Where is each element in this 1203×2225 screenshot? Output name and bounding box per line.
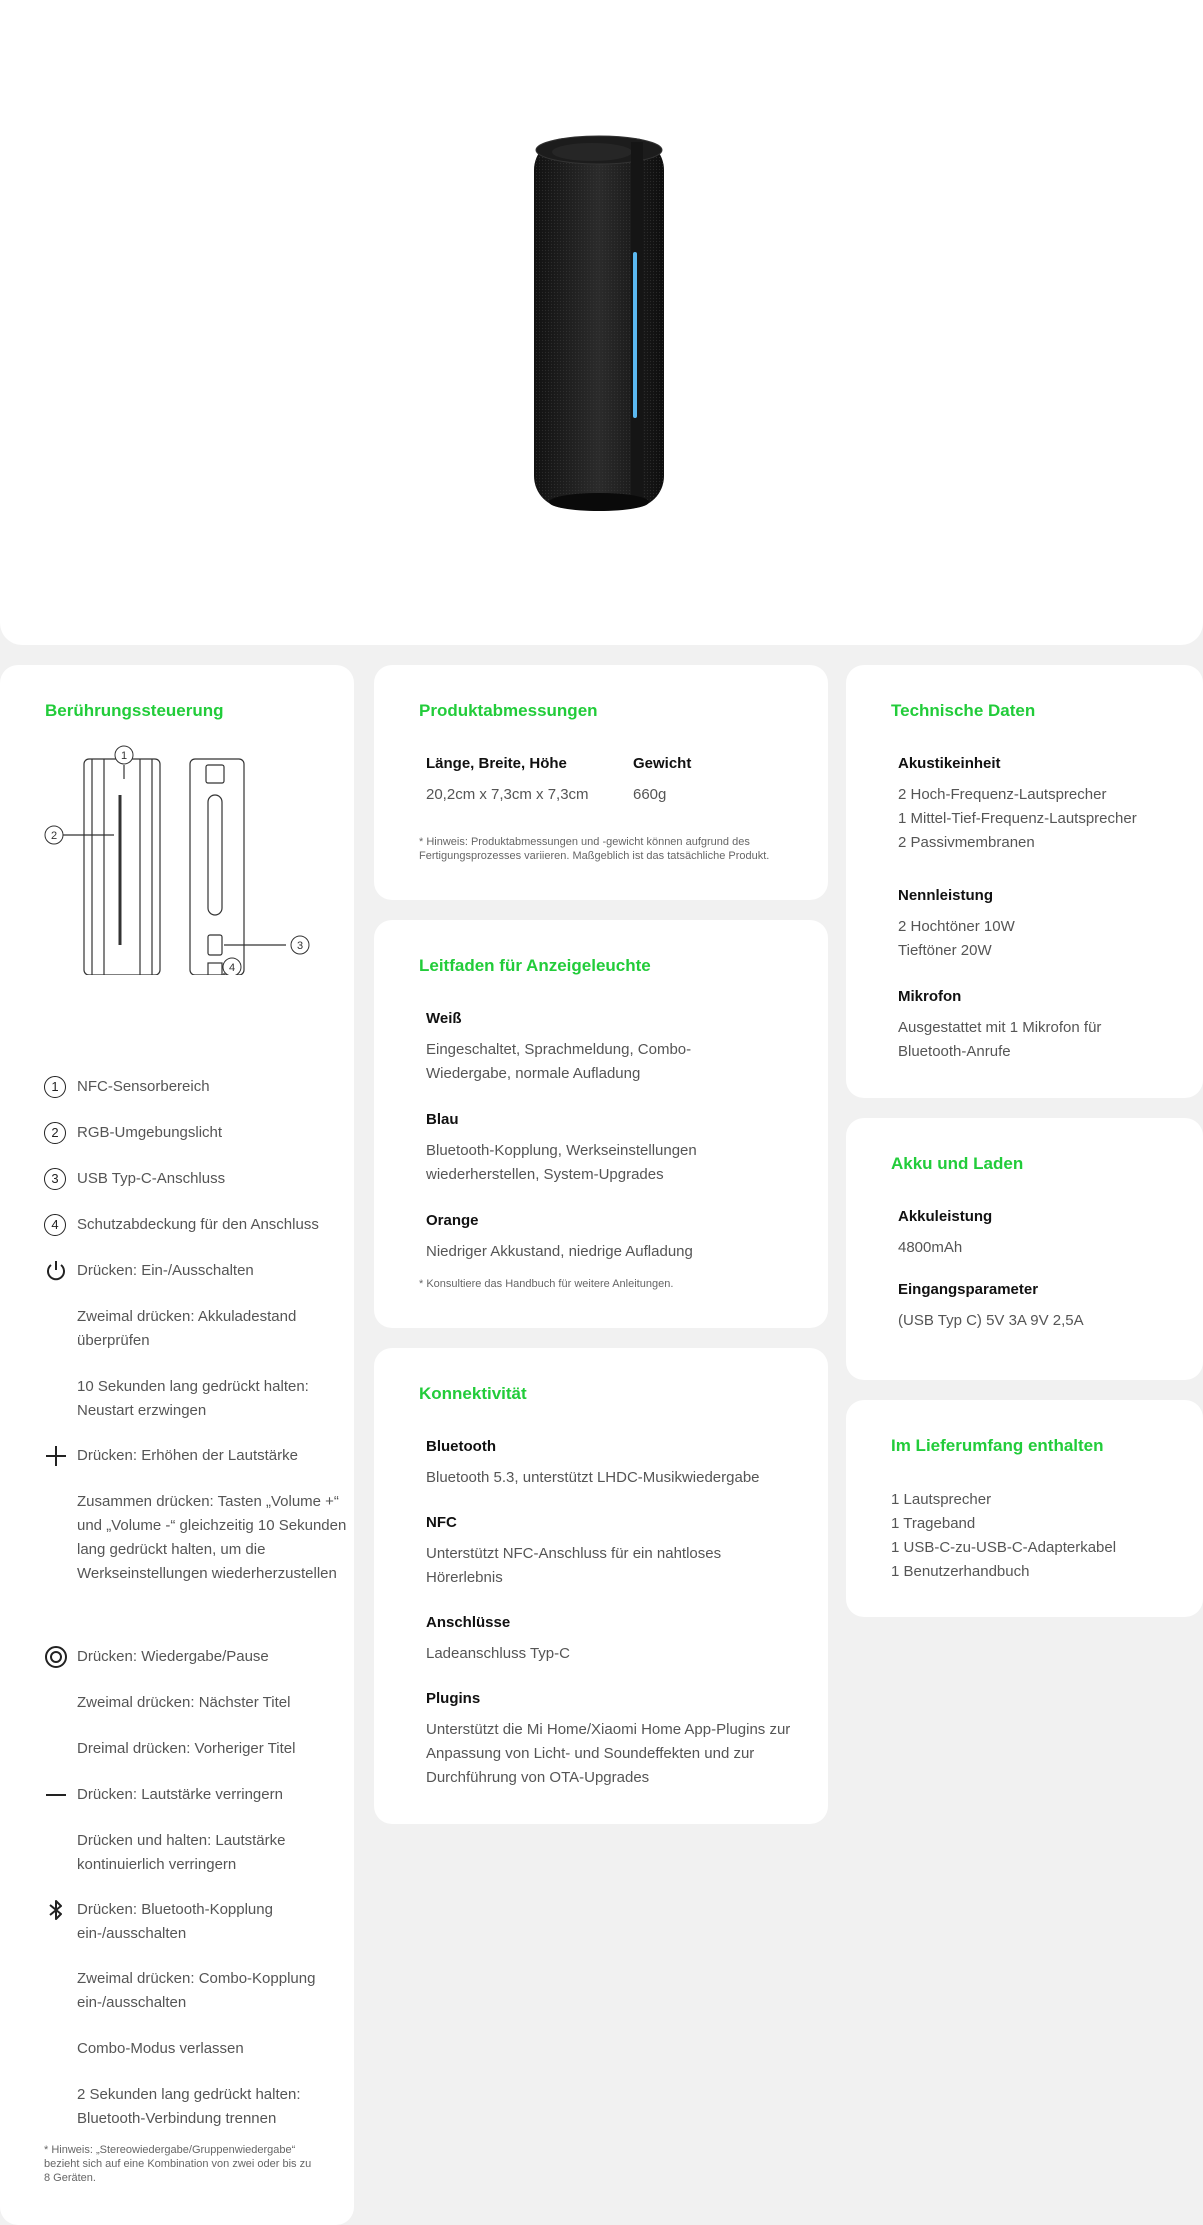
in-box-title: Im Lieferumfang enthalten (891, 1436, 1104, 1455)
power-press: Drücken: Ein-/Ausschalten (77, 1262, 254, 1279)
dimensions-title: Produktabmessungen (419, 701, 598, 720)
combo-exit: Combo-Modus verlassen (77, 2040, 244, 2057)
indicator-white-text: Eingeschaltet, Sprachmeldung, Combo-Wied… (426, 1041, 692, 1082)
microphone-line-1: Ausgestattet mit 1 Mikrofon für (898, 1019, 1102, 1036)
plus-icon (46, 1446, 66, 1466)
in-box-card: Im Lieferumfang enthalten 1 Lautsprecher… (846, 1400, 1203, 1617)
touch-controls-title: Berührungssteuerung (45, 701, 224, 720)
battery-capacity-value: 4800mAh (898, 1239, 963, 1256)
speaker-product-image (534, 135, 664, 511)
power-double-press: Zweimal drücken: Akkuladestand überprüfe… (77, 1308, 297, 1349)
in-box-item: 1 Lautsprecher (891, 1491, 992, 1508)
legend-number-1: 1 (44, 1076, 66, 1098)
indicator-card: Leitfaden für Anzeigeleuchte Weiß Einges… (374, 920, 828, 1328)
diagram-label-1: 1 (121, 750, 127, 762)
connectivity-title: Konnektivität (419, 1384, 527, 1403)
input-params-value: (USB Typ C) 5V 3A 9V 2,5A (898, 1312, 1084, 1329)
microphone-label: Mikrofon (898, 988, 962, 1005)
connectivity-plugins-text: Unterstützt die Mi Home/Xiaomi Home App-… (426, 1721, 791, 1786)
connectivity-bluetooth-label: Bluetooth (426, 1438, 496, 1455)
power-icon (47, 1261, 65, 1281)
bluetooth-press: Drücken: Bluetooth-Kopplung ein-/ausscha… (77, 1901, 273, 1942)
play-press: Drücken: Wiedergabe/Pause (77, 1648, 269, 1665)
indicator-orange-label: Orange (426, 1212, 479, 1229)
legend-number-3: 3 (44, 1168, 66, 1190)
weight-value: 660g (633, 786, 667, 803)
battery-capacity-label: Akkuleistung (898, 1208, 993, 1225)
connectivity-ports-text: Ladeanschluss Typ-C (426, 1645, 570, 1662)
diagram-label-2: 2 (51, 830, 57, 842)
size-label: Länge, Breite, Höhe (426, 755, 567, 772)
diagram-label-4: 4 (229, 962, 235, 974)
battery-card: Akku und Laden Akkuleistung 4800mAh Eing… (846, 1118, 1203, 1380)
indicator-blue-label: Blau (426, 1111, 459, 1128)
size-value: 20,2cm x 7,3cm x 7,3cm (426, 786, 589, 803)
legend-port-cover: Schutzabdeckung für den Anschluss (77, 1216, 319, 1233)
play-pause-icon (45, 1646, 67, 1668)
rated-power-label: Nennleistung (898, 887, 994, 904)
acoustic-unit-label: Akustikeinheit (898, 755, 1001, 772)
volume-up-press: Drücken: Erhöhen der Lautstärke (77, 1447, 298, 1464)
acoustic-line-2: 1 Mittel-Tief-Frequenz-Lautsprecher (898, 810, 1137, 827)
dimensions-note: * Hinweis: Produktabmessungen und -gewic… (419, 836, 770, 862)
bluetooth-hold: 2 Sekunden lang gedrückt halten: Bluetoo… (77, 2086, 301, 2127)
play-double-press: Zweimal drücken: Nächster Titel (77, 1694, 291, 1711)
rated-power-line-1: 2 Hochtöner 10W (898, 918, 1015, 935)
indicator-blue-text: Bluetooth-Kopplung, Werkseinstellungen w… (426, 1142, 697, 1183)
weight-label: Gewicht (633, 755, 692, 772)
battery-title: Akku und Laden (891, 1154, 1024, 1173)
in-box-item: 1 Benutzerhandbuch (891, 1563, 1030, 1580)
microphone-line-2: Bluetooth-Anrufe (898, 1043, 1011, 1060)
indicator-white-label: Weiß (426, 1010, 462, 1027)
input-params-label: Eingangsparameter (898, 1281, 1039, 1298)
connectivity-card: Konnektivität Bluetooth Bluetooth 5.3, u… (374, 1348, 828, 1824)
indicator-note: * Konsultiere das Handbuch für weitere A… (419, 1278, 674, 1290)
legend-rgb-light: RGB-Umgebungslicht (77, 1124, 223, 1141)
rated-power-line-2: Tieftöner 20W (898, 942, 992, 959)
speaker-diagram: 1 2 3 4 (44, 745, 310, 975)
connectivity-nfc-label: NFC (426, 1514, 457, 1531)
touch-controls-card: Berührungssteuerung 1 2 3 4 1 NFC-Sensor… (0, 665, 354, 2225)
bluetooth-icon (49, 1900, 62, 1920)
tech-specs-card: Technische Daten Akustikeinheit 2 Hoch-F… (846, 665, 1203, 1098)
indicator-orange-text: Niedriger Akkustand, niedrige Aufladung (426, 1243, 693, 1260)
acoustic-line-1: 2 Hoch-Frequenz-Lautsprecher (898, 786, 1107, 803)
legend-number-4: 4 (44, 1214, 66, 1236)
indicator-title: Leitfaden für Anzeigeleuchte (419, 956, 651, 975)
volume-down-press: Drücken: Lautstärke verringern (77, 1786, 283, 1803)
connectivity-bluetooth-text: Bluetooth 5.3, unterstützt LHDC-Musikwie… (426, 1469, 760, 1486)
in-box-item: 1 Trageband (891, 1515, 976, 1532)
volume-down-hold: Drücken und halten: Lautstärke kontinuie… (77, 1832, 286, 1873)
in-box-item: 1 USB-C-zu-USB-C-Adapterkabel (891, 1539, 1117, 1556)
minus-icon (46, 1794, 66, 1796)
product-hero (0, 0, 1203, 645)
connectivity-plugins-label: Plugins (426, 1690, 481, 1707)
play-triple-press: Dreimal drücken: Vorheriger Titel (77, 1740, 296, 1757)
diagram-label-3: 3 (297, 940, 303, 952)
bluetooth-double-press: Zweimal drücken: Combo-Kopplung ein-/aus… (77, 1970, 316, 2011)
legend-usb-c-port: USB Typ-C-Anschluss (77, 1170, 226, 1187)
connectivity-ports-label: Anschlüsse (426, 1614, 511, 1631)
connectivity-nfc-text: Unterstützt NFC-Anschluss für ein nahtlo… (426, 1545, 722, 1586)
legend-number-2: 2 (44, 1122, 66, 1144)
touch-controls-note: * Hinweis: „Stereowiedergabe/Gruppenwied… (44, 2144, 312, 2184)
volume-combo-reset: Zusammen drücken: Tasten „Volume +“ und … (77, 1493, 347, 1582)
power-hold: 10 Sekunden lang gedrückt halten: Neusta… (77, 1378, 309, 1419)
tech-specs-title: Technische Daten (891, 701, 1036, 720)
dimensions-card: Produktabmessungen Länge, Breite, Höhe 2… (374, 665, 828, 900)
legend-nfc-area: NFC-Sensorbereich (77, 1078, 210, 1095)
acoustic-line-3: 2 Passivmembranen (898, 834, 1035, 851)
